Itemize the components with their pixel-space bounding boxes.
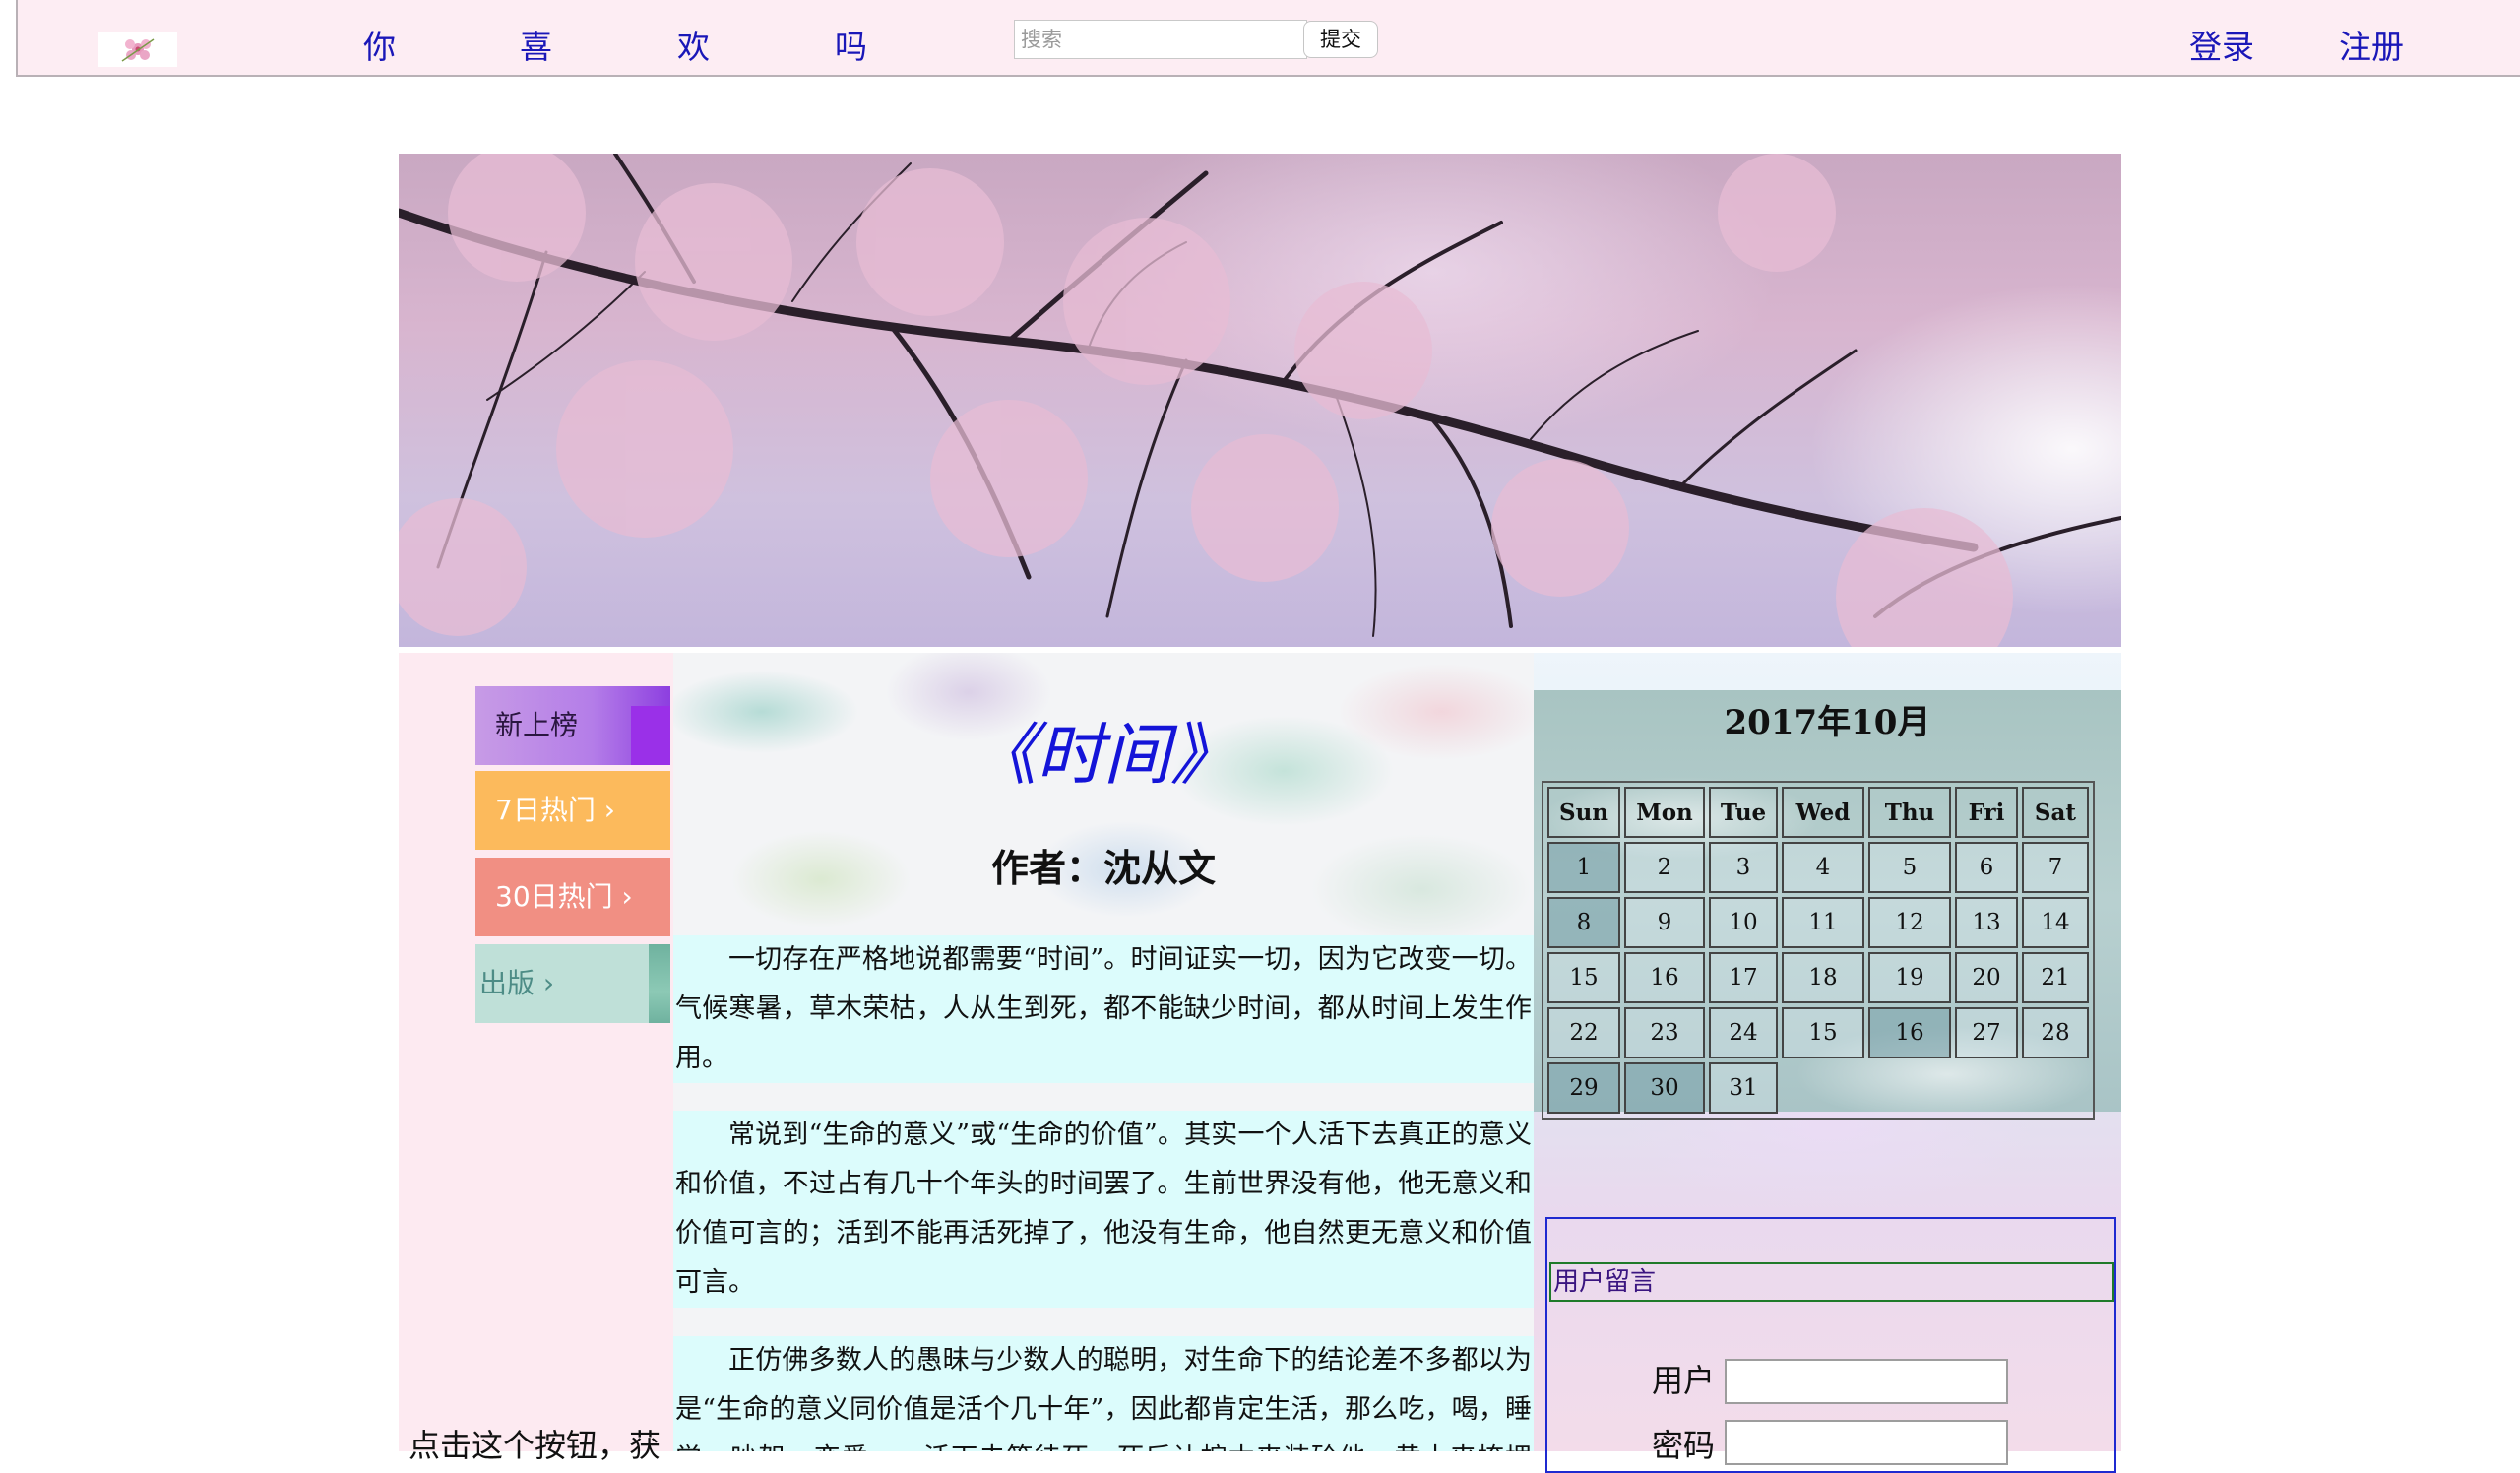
nav-link-huan[interactable]: 欢 xyxy=(677,26,710,69)
article-paragraph: 常说到“生命的意义”或“生命的价值”。其实一个人活下去真正的意义和价值，不过占有… xyxy=(673,1111,1534,1308)
article-title: 《时间》 xyxy=(969,717,1237,795)
article-paragraph: 正仿佛多数人的愚昧与少数人的聪明，对生命下的结论差不多都以为是“生命的意义同价值… xyxy=(673,1336,1534,1451)
weekday-header: Fri xyxy=(1955,787,2018,838)
menu-30day-hot[interactable]: 30日热门 › xyxy=(475,858,670,936)
calendar-day[interactable]: 20 xyxy=(1955,952,2018,1003)
calendar-day[interactable]: 6 xyxy=(1955,842,2018,893)
calendar-day[interactable]: 9 xyxy=(1624,897,1705,948)
article-author: 作者：沈从文 xyxy=(990,846,1216,890)
calendar-day[interactable]: 15 xyxy=(1782,1007,1864,1058)
calendar-day[interactable]: 13 xyxy=(1955,897,2018,948)
message-form-header: 用户留言 xyxy=(1549,1262,2114,1302)
user-message-form: 用户留言 用户 密码 xyxy=(1545,1217,2116,1473)
menu-new-list[interactable]: 新上榜 xyxy=(475,686,670,765)
menu-7day-hot[interactable]: 7日热门 › xyxy=(475,771,670,850)
calendar-grid: Sun Mon Tue Wed Thu Fri Sat 1 2 3 4 5 6 … xyxy=(1542,781,2095,1120)
calendar-empty-cell xyxy=(1782,1062,1864,1114)
calendar-empty-cell xyxy=(2022,1062,2089,1114)
button-hint-text: 点击这个按钮，获 xyxy=(409,1427,662,1464)
calendar-day[interactable]: 22 xyxy=(1547,1007,1620,1058)
calendar-day[interactable]: 5 xyxy=(1868,842,1951,893)
calendar-day[interactable]: 21 xyxy=(2022,952,2089,1003)
calendar-empty-cell xyxy=(1955,1062,2018,1114)
calendar-day[interactable]: 11 xyxy=(1782,897,1864,948)
right-sidebar: 2017年10月 Sun Mon Tue Wed Thu Fri Sat 1 2… xyxy=(1534,653,2121,1473)
calendar-day[interactable]: 19 xyxy=(1868,952,1951,1003)
nav-link-xi[interactable]: 喜 xyxy=(520,26,552,69)
calendar-day[interactable]: 2 xyxy=(1624,842,1705,893)
password-input[interactable] xyxy=(1725,1420,2008,1465)
register-link[interactable]: 注册 xyxy=(2339,26,2404,69)
calendar-day[interactable]: 23 xyxy=(1624,1007,1705,1058)
calendar-day[interactable]: 10 xyxy=(1709,897,1778,948)
cherry-branches-image xyxy=(399,154,2121,647)
calendar-day[interactable]: 29 xyxy=(1547,1062,1620,1114)
cherry-blossom-logo-icon xyxy=(121,38,155,62)
login-link[interactable]: 登录 xyxy=(2189,26,2254,69)
calendar-day[interactable]: 7 xyxy=(2022,842,2089,893)
article-paragraph: 一切存在严格地说都需要“时间”。时间证实一切，因为它改变一切。气候寒暑，草木荣枯… xyxy=(673,935,1534,1083)
password-label: 密码 xyxy=(1652,1427,1716,1464)
username-label: 用户 xyxy=(1652,1362,1716,1399)
site-logo[interactable] xyxy=(98,32,177,67)
calendar-day[interactable]: 8 xyxy=(1547,897,1620,948)
weekday-header: Tue xyxy=(1709,787,1778,838)
calendar-day[interactable]: 30 xyxy=(1624,1062,1705,1114)
weekday-header: Thu xyxy=(1868,787,1951,838)
username-input[interactable] xyxy=(1725,1359,2008,1404)
weekday-header: Mon xyxy=(1624,787,1705,838)
calendar-day[interactable]: 12 xyxy=(1868,897,1951,948)
submit-button[interactable]: 提交 xyxy=(1303,21,1378,58)
calendar-day[interactable]: 18 xyxy=(1782,952,1864,1003)
nav-link-ni[interactable]: 你 xyxy=(363,26,396,69)
calendar-day[interactable]: 3 xyxy=(1709,842,1778,893)
calendar-day[interactable]: 28 xyxy=(2022,1007,2089,1058)
calendar-title: 2017年10月 xyxy=(1724,703,1931,742)
cherry-blossom-banner xyxy=(399,154,2121,647)
calendar-empty-cell xyxy=(1868,1062,1951,1114)
article-panel: 《时间》 作者：沈从文 一切存在严格地说都需要“时间”。时间证实一切，因为它改变… xyxy=(673,653,1534,1451)
calendar-day[interactable]: 4 xyxy=(1782,842,1864,893)
top-nav-bar: 你 喜 欢 吗 提交 登录 注册 xyxy=(16,0,2520,77)
calendar-day[interactable]: 14 xyxy=(2022,897,2089,948)
calendar-day[interactable]: 27 xyxy=(1955,1007,2018,1058)
calendar-day[interactable]: 24 xyxy=(1709,1007,1778,1058)
menu-publish[interactable]: 出版 › xyxy=(475,944,670,1023)
calendar: 2017年10月 Sun Mon Tue Wed Thu Fri Sat 1 2… xyxy=(1534,690,2121,1120)
calendar-day[interactable]: 31 xyxy=(1709,1062,1778,1114)
weekday-header: Sat xyxy=(2022,787,2089,838)
calendar-day[interactable]: 16 xyxy=(1868,1007,1951,1058)
nav-link-ma[interactable]: 吗 xyxy=(835,26,867,69)
calendar-day[interactable]: 16 xyxy=(1624,952,1705,1003)
weekday-header: Wed xyxy=(1782,787,1864,838)
calendar-day[interactable]: 1 xyxy=(1547,842,1620,893)
calendar-day[interactable]: 17 xyxy=(1709,952,1778,1003)
calendar-day[interactable]: 15 xyxy=(1547,952,1620,1003)
content-zone: 新上榜 7日热门 › 30日热门 › 出版 › 点击这个按钮，获 《时间》 作者… xyxy=(399,653,2121,1473)
search-input[interactable] xyxy=(1014,20,1307,59)
weekday-header: Sun xyxy=(1547,787,1620,838)
